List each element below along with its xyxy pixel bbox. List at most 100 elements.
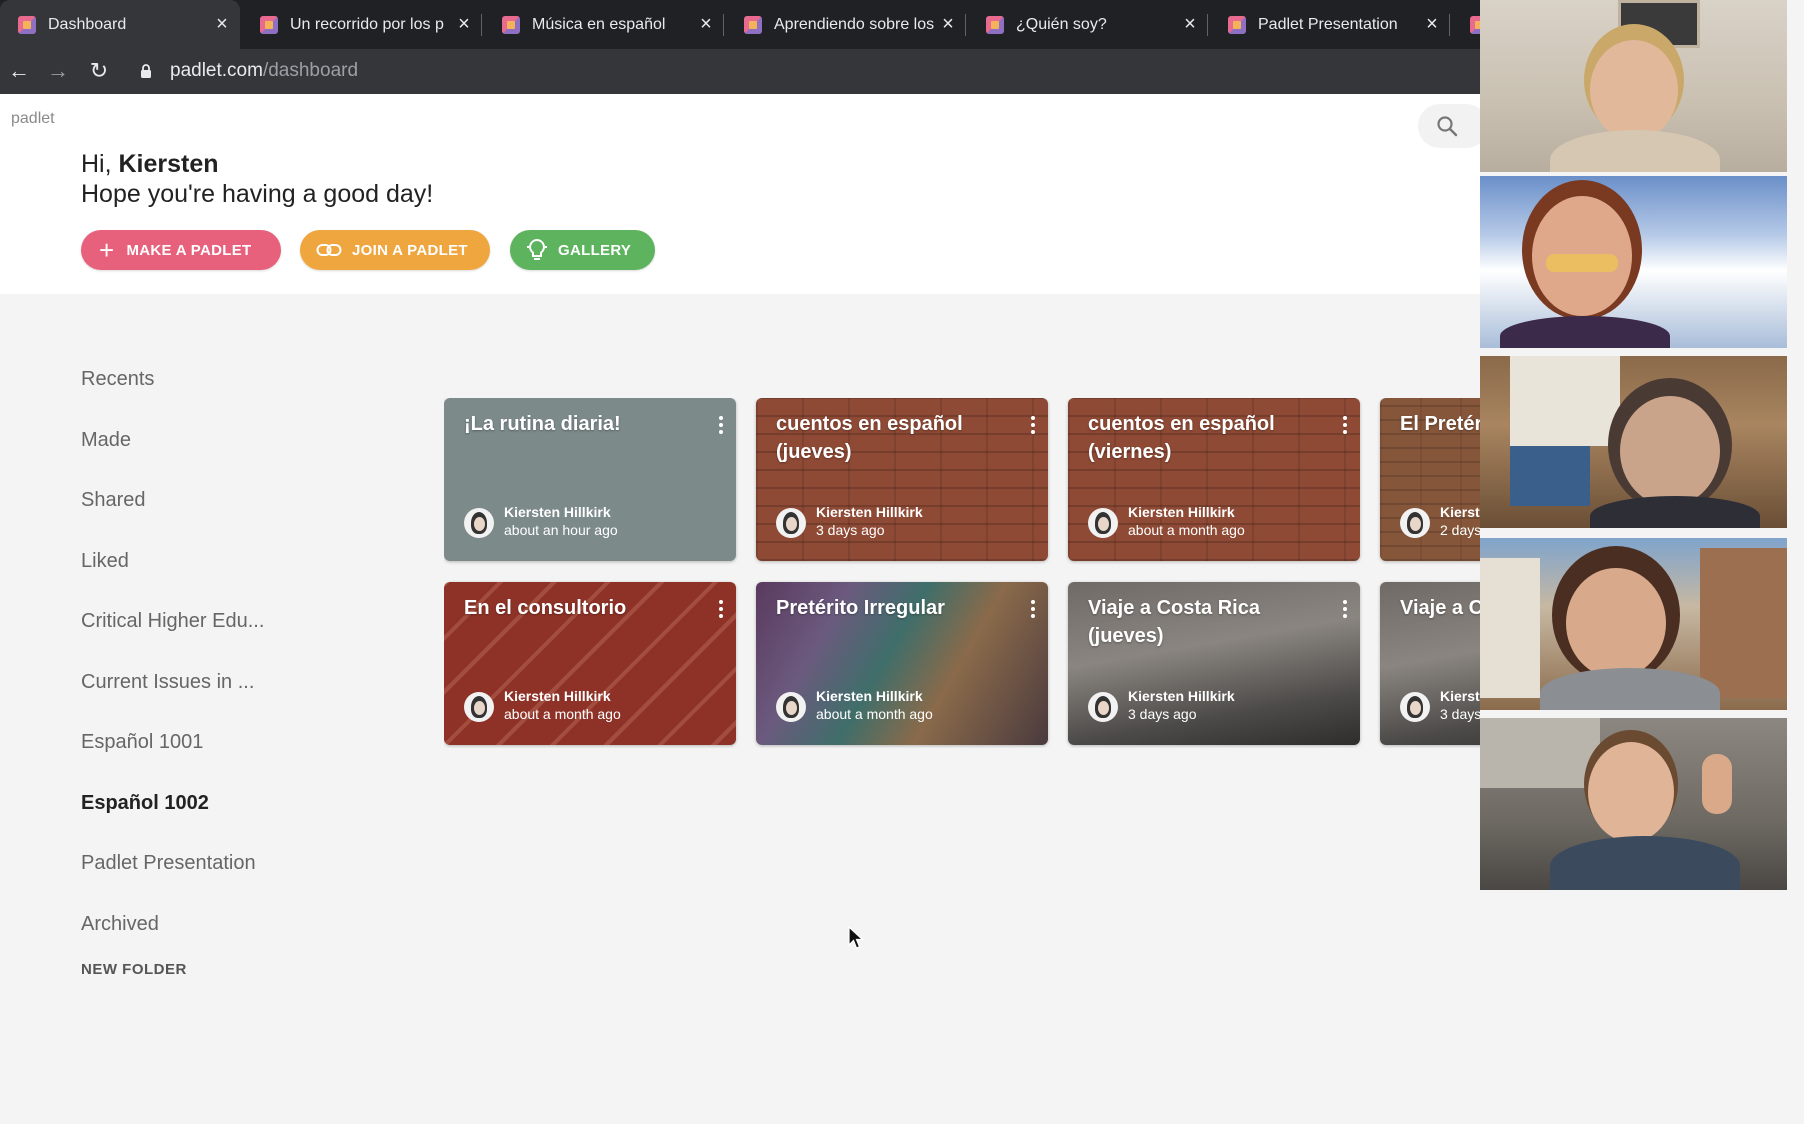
sidebar-item-liked[interactable]: Liked	[81, 536, 264, 597]
building	[1480, 558, 1540, 698]
close-icon[interactable]: ×	[936, 13, 960, 36]
more-vertical-icon[interactable]	[718, 414, 724, 436]
sidebar-item-made[interactable]: Made	[81, 415, 264, 476]
sidebar-item-recents[interactable]: Recents	[81, 354, 264, 415]
user-name: Kiersten	[118, 150, 219, 178]
participant-body	[1540, 668, 1720, 710]
padlet-card[interactable]: El Pretéri Kierste 2 days ago	[1380, 398, 1480, 561]
card-title: cuentos en español (jueves)	[776, 413, 963, 463]
close-icon[interactable]: ×	[452, 13, 476, 36]
padlet-grid: ¡La rutina diaria! Kiersten Hillkirk abo…	[444, 398, 1480, 748]
forward-arrow-icon[interactable]: →	[42, 55, 74, 87]
padlet-logo[interactable]: padlet	[11, 110, 55, 128]
participant-face	[1590, 40, 1678, 140]
url-path: /dashboard	[262, 60, 359, 81]
reload-icon[interactable]: ↻	[83, 55, 115, 87]
card-timestamp: about a month ago	[816, 706, 933, 722]
tab-divider	[965, 14, 966, 36]
avatar	[776, 692, 806, 722]
new-folder-button[interactable]: NEW FOLDER	[81, 961, 264, 978]
search-box[interactable]	[1418, 104, 1488, 148]
participant-body	[1550, 130, 1720, 172]
card-author: Kiersten Hillkirk	[816, 504, 923, 520]
sidebar-item-shared[interactable]: Shared	[81, 475, 264, 536]
sidebar-item-padlet-presentation[interactable]: Padlet Presentation	[81, 838, 264, 899]
gallery-button[interactable]: GALLERY	[510, 230, 655, 270]
padlet-card[interactable]: Viaje a Costa Rica (jueves) Kiersten Hil…	[1068, 582, 1360, 745]
tab-aprendiendo[interactable]: Aprendiendo sobre los ×	[726, 0, 966, 49]
participant-video[interactable]	[1480, 538, 1787, 710]
more-vertical-icon[interactable]	[1030, 414, 1036, 436]
participant-video[interactable]	[1480, 718, 1787, 890]
padlet-card[interactable]: ¡La rutina diaria! Kiersten Hillkirk abo…	[444, 398, 736, 561]
tab-title: Música en español	[532, 15, 666, 33]
sidebar-item-critical-higher-edu[interactable]: Critical Higher Edu...	[81, 596, 264, 657]
video-participants-panel	[1480, 0, 1804, 1124]
card-timestamp: about a month ago	[1128, 522, 1245, 538]
raised-hand	[1702, 754, 1732, 814]
avatar	[1088, 692, 1118, 722]
card-author: Kiersten Hillkirk	[816, 688, 923, 704]
tab-padlet-presentation[interactable]: Padlet Presentation ×	[1210, 0, 1450, 49]
participant-video[interactable]	[1480, 176, 1787, 348]
sidebar-item-espanol-1002[interactable]: Español 1002	[81, 778, 264, 839]
card-title: Viaje a C (viernes)	[1400, 597, 1480, 619]
close-icon[interactable]: ×	[210, 13, 234, 36]
tab-musica[interactable]: Música en español ×	[484, 0, 724, 49]
padlet-favicon-icon	[744, 15, 762, 34]
sidebar-item-espanol-1001[interactable]: Español 1001	[81, 717, 264, 778]
padlet-card[interactable]: cuentos en español (viernes) Kiersten Hi…	[1068, 398, 1360, 561]
tab-recorrido[interactable]: Un recorrido por los p ×	[242, 0, 482, 49]
tab-dashboard[interactable]: Dashboard ×	[0, 0, 240, 49]
padlet-card[interactable]: En el consultorio Kiersten Hillkirk abou…	[444, 582, 736, 745]
back-arrow-icon[interactable]: ←	[3, 55, 35, 87]
card-title: cuentos en español (viernes)	[1088, 413, 1275, 463]
url-host: padlet.com	[170, 60, 263, 81]
participant-body	[1590, 496, 1760, 528]
avatar	[1400, 692, 1430, 722]
url-field[interactable]: padlet.com/dashboard	[170, 60, 358, 82]
padlet-card[interactable]: cuentos en español (jueves) Kiersten Hil…	[756, 398, 1048, 561]
gallery-label: GALLERY	[558, 241, 632, 259]
tab-divider	[723, 14, 724, 36]
avatar	[464, 508, 494, 538]
lightbulb-icon	[527, 238, 547, 260]
join-padlet-button[interactable]: JOIN A PADLET	[300, 230, 490, 270]
card-title: Viaje a Costa Rica (jueves)	[1088, 597, 1260, 647]
sidebar-item-current-issues[interactable]: Current Issues in ...	[81, 657, 264, 718]
padlet-card[interactable]: Pretérito Irregular Kiersten Hillkirk ab…	[756, 582, 1048, 745]
participant-face	[1620, 396, 1720, 506]
building	[1700, 548, 1787, 698]
monitor	[1510, 446, 1590, 506]
padlet-favicon-icon	[986, 15, 1004, 34]
padlet-favicon-icon	[502, 15, 520, 34]
sidebar-item-archived[interactable]: Archived	[81, 899, 264, 960]
participant-video[interactable]	[1480, 356, 1787, 528]
close-icon[interactable]: ×	[1178, 13, 1202, 36]
card-author: Kiersten Hillkirk	[504, 504, 611, 520]
card-timestamp: 2 days ago	[1440, 522, 1480, 538]
more-vertical-icon[interactable]	[1342, 598, 1348, 620]
participant-body	[1550, 836, 1740, 890]
tab-overflow[interactable]	[1452, 0, 1480, 49]
card-timestamp: about a month ago	[504, 706, 621, 722]
padlet-favicon-icon	[1470, 15, 1480, 34]
subgreeting: Hope you're having a good day!	[81, 180, 434, 208]
window-blinds	[1510, 356, 1620, 446]
more-vertical-icon[interactable]	[718, 598, 724, 620]
participant-face	[1588, 742, 1674, 842]
make-padlet-button[interactable]: + MAKE A PADLET	[81, 230, 281, 270]
more-vertical-icon[interactable]	[1030, 598, 1036, 620]
tab-title: Aprendiendo sobre los	[774, 15, 935, 33]
more-vertical-icon[interactable]	[1342, 414, 1348, 436]
dashboard-header: padlet Hi, Kiersten Hope you're having a…	[0, 94, 1488, 294]
card-author: Kiersten Hillkirk	[1128, 688, 1235, 704]
close-icon[interactable]: ×	[1420, 13, 1444, 36]
card-author: Kierste	[1440, 688, 1480, 704]
avatar	[776, 508, 806, 538]
participant-video[interactable]	[1480, 0, 1787, 172]
tab-quien-soy[interactable]: ¿Quién soy? ×	[968, 0, 1208, 49]
close-icon[interactable]: ×	[694, 13, 718, 36]
padlet-card[interactable]: Viaje a C (viernes) Kierste 3 days ago	[1380, 582, 1480, 745]
shelf	[1480, 718, 1600, 788]
